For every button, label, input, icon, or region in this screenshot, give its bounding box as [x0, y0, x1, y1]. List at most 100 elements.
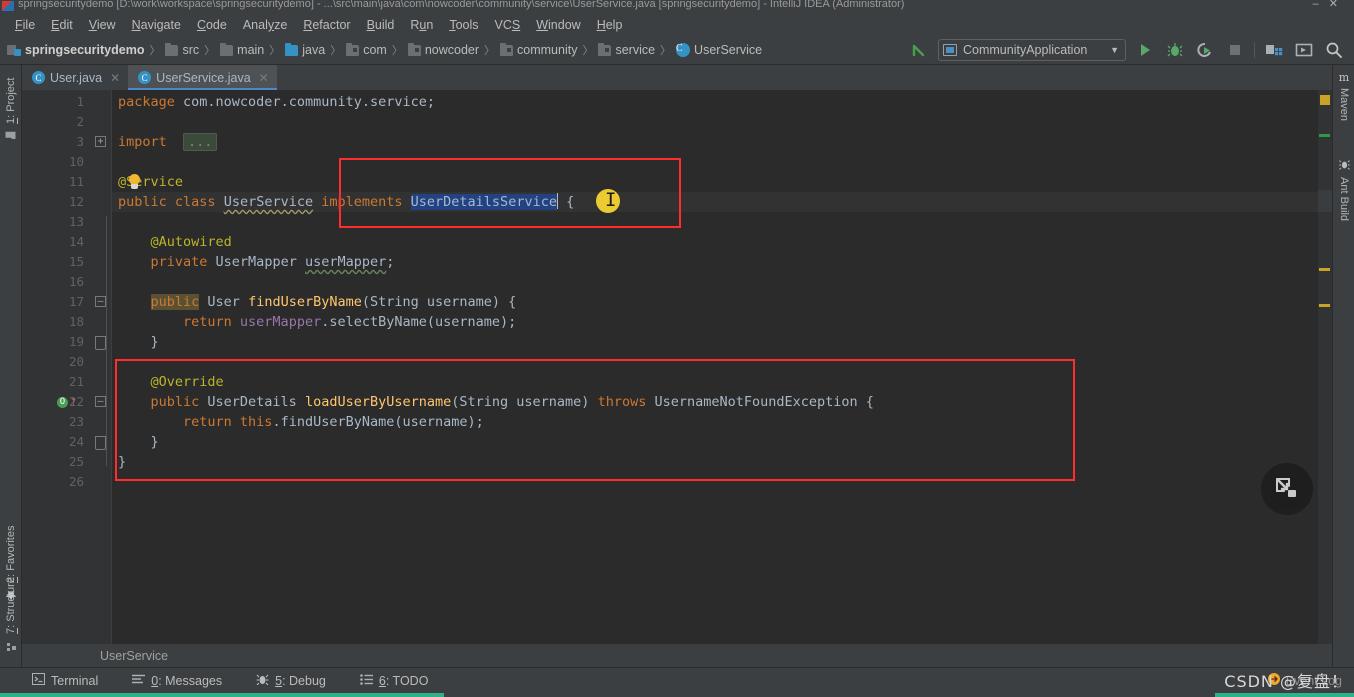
- event-log-button[interactable]: Event Log: [1267, 672, 1342, 689]
- minimize-button[interactable]: –: [1313, 0, 1329, 10]
- toolbar-divider: [1254, 42, 1255, 58]
- sidebar-item-maven[interactable]: m Maven: [1333, 67, 1354, 125]
- analysis-marker-bar[interactable]: [1318, 90, 1332, 644]
- bottom-item-messages[interactable]: 0: Messages: [128, 672, 226, 690]
- breadcrumb: springsecuritydemo 〉 src 〉 main 〉 java 〉…: [0, 42, 762, 58]
- code-editor[interactable]: 1 2 3 10 11 12 13 14 15 16 17 18 19 20 2…: [22, 90, 1332, 644]
- breadcrumb-item-main[interactable]: main: [220, 42, 265, 57]
- code-line-17: public User findUserByName(String userna…: [150, 294, 517, 310]
- window-controls[interactable]: –✕: [1313, 0, 1348, 11]
- warning-marker[interactable]: [1319, 304, 1330, 307]
- project-structure-button[interactable]: [1263, 39, 1285, 61]
- screen-capture-widget[interactable]: [1261, 463, 1313, 515]
- code-folding-strip[interactable]: + – –: [90, 90, 112, 644]
- intention-bulb-icon[interactable]: [128, 174, 141, 190]
- vcs-change-marker[interactable]: [1319, 134, 1330, 137]
- line-number: 14: [68, 234, 84, 249]
- breadcrumb-label: main: [237, 43, 265, 57]
- text-cursor-icon: I: [605, 189, 617, 211]
- line-number: 20: [68, 354, 84, 369]
- code-line-23: return this.findUserByName(username);: [118, 414, 484, 430]
- search-everywhere-icon[interactable]: [1323, 39, 1345, 61]
- line-number: 16: [68, 274, 84, 289]
- fold-region-end-icon[interactable]: [95, 436, 106, 450]
- line-number: 18: [68, 314, 84, 329]
- breadcrumb-item-java[interactable]: java: [285, 42, 325, 57]
- package-icon: [500, 42, 514, 56]
- debug-icon: [256, 673, 269, 688]
- fold-expand-icon[interactable]: +: [95, 136, 106, 147]
- menu-refactor[interactable]: Refactor: [296, 16, 357, 34]
- bottom-item-debug[interactable]: 5: Debug: [252, 671, 330, 690]
- sidebar-item-ant-build[interactable]: Ant Build: [1333, 155, 1354, 225]
- debug-button[interactable]: [1164, 39, 1186, 61]
- breadcrumb-item-userservice[interactable]: C UserService: [676, 43, 762, 57]
- back-arrow-icon[interactable]: [908, 39, 930, 61]
- menu-tools[interactable]: Tools: [442, 16, 485, 34]
- line-number: 24: [68, 434, 84, 449]
- breadcrumb-separator: 〉: [204, 45, 216, 57]
- override-arrow-icon[interactable]: ↑: [70, 394, 78, 407]
- bottom-item-todo[interactable]: 6: TODO: [356, 672, 433, 690]
- breadcrumb-label: UserService: [694, 43, 763, 57]
- run-configuration-selector[interactable]: CommunityApplication ▼: [938, 39, 1126, 61]
- folded-imports[interactable]: ...: [183, 133, 218, 151]
- bottom-item-label: 0: Messages: [151, 673, 223, 688]
- menu-view[interactable]: View: [82, 16, 123, 34]
- line-number: 12: [68, 194, 84, 209]
- menu-analyze[interactable]: Analyze: [236, 16, 294, 34]
- breadcrumb-item-src[interactable]: src: [165, 42, 199, 57]
- menu-navigate[interactable]: Navigate: [125, 16, 188, 34]
- menu-bar: File Edit View Navigate Code Analyze Ref…: [0, 14, 1354, 36]
- editor-tab-userservice-java[interactable]: C UserService.java ✕: [128, 65, 277, 90]
- layout-button[interactable]: [1293, 39, 1315, 61]
- menu-code[interactable]: Code: [190, 16, 234, 34]
- menu-edit[interactable]: Edit: [44, 16, 80, 34]
- line-number: 23: [68, 414, 84, 429]
- menu-file[interactable]: File: [8, 16, 42, 34]
- bottom-item-label: 5: Debug: [275, 673, 326, 688]
- code-line-12: public class UserService implements User…: [118, 193, 575, 210]
- close-icon[interactable]: ✕: [259, 71, 269, 85]
- menu-run[interactable]: Run: [403, 16, 440, 34]
- close-icon[interactable]: ✕: [110, 71, 120, 85]
- code-text-area[interactable]: package com.nowcoder.community.service; …: [112, 90, 1332, 644]
- code-line-25: }: [118, 454, 127, 470]
- scrollbar-thumb[interactable]: [1318, 190, 1332, 212]
- run-button[interactable]: [1134, 39, 1156, 61]
- inspection-status-marker[interactable]: [1320, 95, 1330, 105]
- stop-icon: [1230, 45, 1240, 55]
- package-icon: [407, 42, 421, 56]
- breadcrumb-item-nowcoder[interactable]: nowcoder: [407, 42, 479, 57]
- line-number: 11: [68, 174, 84, 189]
- sidebar-item-structure[interactable]: 7: Structure: [0, 573, 22, 655]
- editor-tab-user-java[interactable]: C User.java ✕: [22, 65, 128, 90]
- menu-vcs[interactable]: VCS: [488, 16, 528, 34]
- breadcrumb-item-project[interactable]: springsecuritydemo: [7, 43, 144, 57]
- stop-button[interactable]: [1224, 39, 1246, 61]
- breadcrumb-separator: 〉: [660, 45, 672, 57]
- ant-icon: [1338, 159, 1350, 173]
- menu-window[interactable]: Window: [529, 16, 587, 34]
- fold-region-end-icon[interactable]: [95, 336, 106, 350]
- breadcrumb-separator: 〉: [330, 45, 342, 57]
- breadcrumb-item-com[interactable]: com: [346, 42, 387, 57]
- menu-build[interactable]: Build: [360, 16, 402, 34]
- code-line-15: private UserMapper userMapper;: [118, 254, 395, 270]
- fold-collapse-icon[interactable]: –: [95, 296, 106, 307]
- line-number: 1: [76, 94, 84, 109]
- breadcrumb-item-community[interactable]: community: [500, 42, 577, 57]
- line-number: 26: [68, 474, 84, 489]
- sidebar-item-project[interactable]: 1: Project: [0, 74, 22, 145]
- breadcrumb-separator: 〉: [582, 45, 594, 57]
- source-folder-icon: [285, 42, 299, 56]
- menu-help[interactable]: Help: [590, 16, 630, 34]
- breadcrumb-item-service[interactable]: service: [598, 42, 655, 57]
- run-with-coverage-button[interactable]: [1194, 39, 1216, 61]
- warning-marker[interactable]: [1319, 268, 1330, 271]
- bottom-item-terminal[interactable]: Terminal: [28, 671, 102, 690]
- editor-breadcrumb-label[interactable]: UserService: [100, 649, 168, 663]
- close-button[interactable]: ✕: [1329, 0, 1348, 10]
- implemented-method-icon[interactable]: O: [57, 397, 68, 408]
- fold-collapse-icon[interactable]: –: [95, 396, 106, 407]
